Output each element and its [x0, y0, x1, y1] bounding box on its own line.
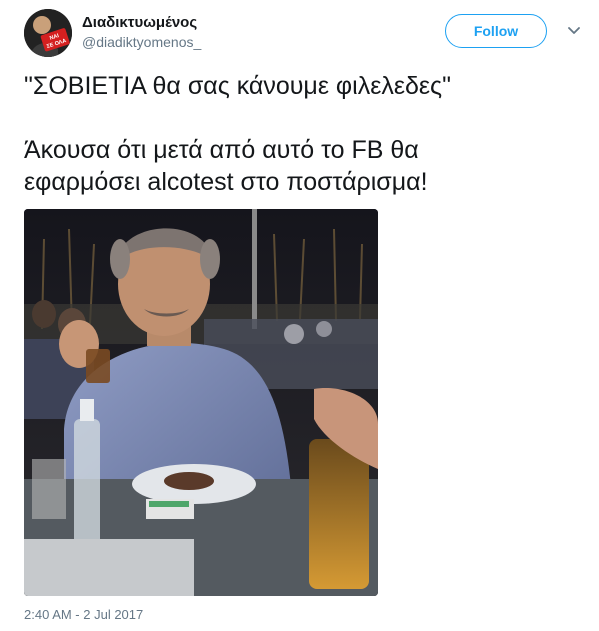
- tweet-timestamp[interactable]: 2:40 AM - 2 Jul 2017: [24, 607, 143, 622]
- photo-image: [24, 209, 378, 596]
- tweet-text: "ΣΟΒΙΕΤΙΑ θα σας κάνουμε φιλελεδες" Άκου…: [24, 70, 574, 198]
- chevron-down-icon[interactable]: [567, 24, 581, 38]
- display-name[interactable]: Διαδικτυωμένος: [82, 13, 201, 33]
- avatar[interactable]: ΝΑΙ ΣΕ ΟΛΑ: [24, 9, 72, 57]
- user-handle[interactable]: @diadiktyomenos_: [82, 33, 201, 51]
- tweet-line-2: Άκουσα ότι μετά από αυτό το FB θα: [24, 136, 419, 164]
- tweet-line-1: "ΣΟΒΙΕΤΙΑ θα σας κάνουμε φιλελεδες": [24, 72, 451, 100]
- avatar-image: ΝΑΙ ΣΕ ΟΛΑ: [24, 9, 72, 57]
- tweet-line-3: εφαρμόσει alcotest στο ποστάρισμα!: [24, 168, 428, 196]
- tweet-photo[interactable]: [24, 209, 378, 596]
- tweet-header: ΝΑΙ ΣΕ ΟΛΑ Διαδικτυωμένος @diadiktyomeno…: [24, 9, 584, 57]
- follow-button[interactable]: Follow: [445, 14, 547, 48]
- author-names: Διαδικτυωμένος @diadiktyomenos_: [82, 13, 201, 51]
